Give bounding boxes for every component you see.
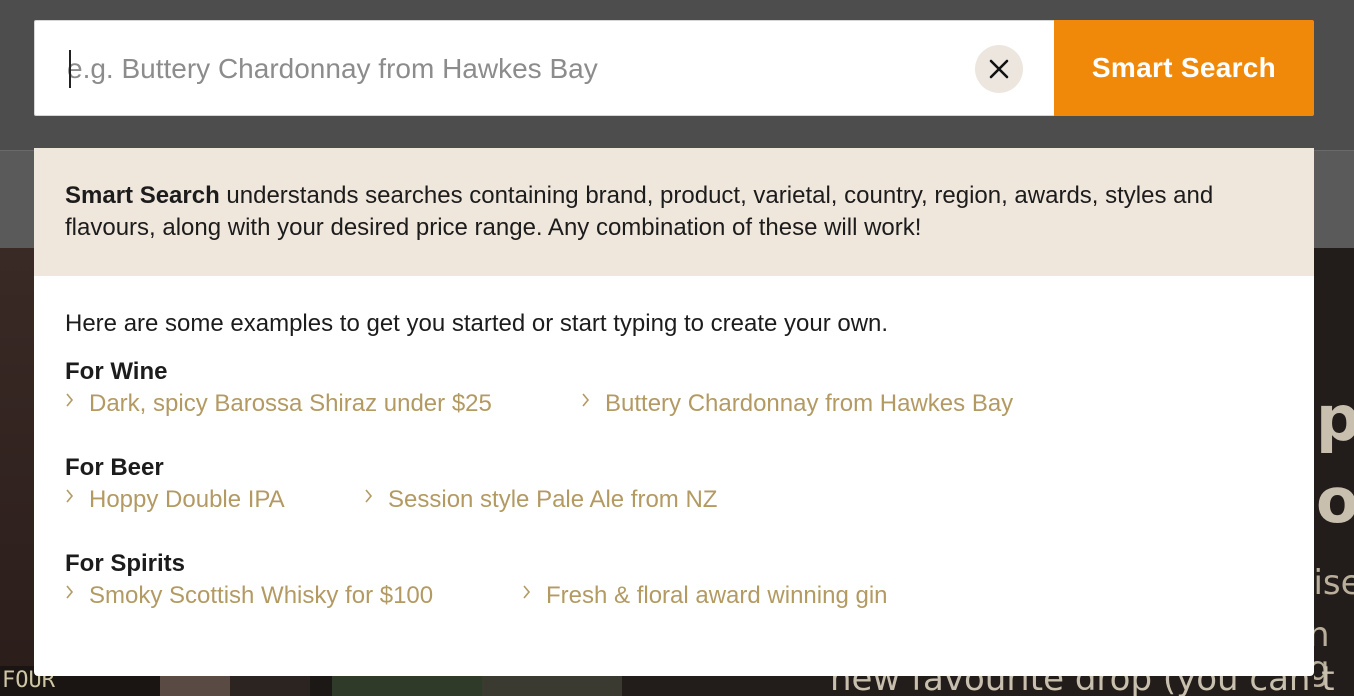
info-text: understands searches containing brand, p… (65, 182, 1214, 241)
close-icon (989, 59, 1009, 79)
smart-search-button[interactable]: Smart Search (1054, 20, 1314, 116)
example-group-wine: For Wine Dark, spicy Barossa Shiraz unde… (65, 356, 1283, 420)
hero-headline: p o lise n g (1314, 382, 1354, 689)
group-title: For Wine (65, 358, 168, 385)
example-group-beer: For Beer Hoppy Double IPA Session style … (65, 452, 1283, 516)
chevron-right-icon (66, 393, 74, 407)
info-title: Smart Search (65, 182, 220, 209)
group-title: For Beer (65, 454, 164, 481)
chevron-right-icon (582, 393, 590, 407)
clear-search-button[interactable] (975, 45, 1023, 93)
search-input[interactable] (67, 49, 967, 89)
example-links: Dark, spicy Barossa Shiraz under $25 But… (65, 388, 1283, 420)
example-links: Smoky Scottish Whisky for $100 Fresh & f… (65, 580, 1283, 612)
example-link[interactable]: Fresh & floral award winning gin (522, 580, 888, 612)
search-suggestions-panel: Smart Search understands searches contai… (34, 148, 1314, 676)
smart-search-info: Smart Search understands searches contai… (34, 148, 1314, 276)
examples-intro: Here are some examples to get you starte… (65, 310, 889, 337)
chevron-right-icon (66, 585, 74, 599)
group-title: For Spirits (65, 550, 186, 577)
example-link[interactable]: Dark, spicy Barossa Shiraz under $25 (65, 388, 581, 420)
example-link[interactable]: Session style Pale Ale from NZ (364, 484, 717, 516)
example-links: Hoppy Double IPA Session style Pale Ale … (65, 484, 1283, 516)
smart-search-bar: Smart Search (34, 20, 1314, 116)
example-link[interactable]: Hoppy Double IPA (65, 484, 364, 516)
chevron-right-icon (523, 585, 531, 599)
example-link[interactable]: Smoky Scottish Whisky for $100 (65, 580, 522, 612)
text-caret (69, 50, 71, 88)
example-group-spirits: For Spirits Smoky Scottish Whisky for $1… (65, 548, 1283, 612)
chevron-right-icon (365, 489, 373, 503)
examples-section: Here are some examples to get you starte… (34, 276, 1314, 612)
search-box (34, 20, 1054, 116)
example-link[interactable]: Buttery Chardonnay from Hawkes Bay (581, 388, 1013, 420)
chevron-right-icon (66, 489, 74, 503)
bottle-image: FOUR PILLARS (0, 248, 160, 696)
